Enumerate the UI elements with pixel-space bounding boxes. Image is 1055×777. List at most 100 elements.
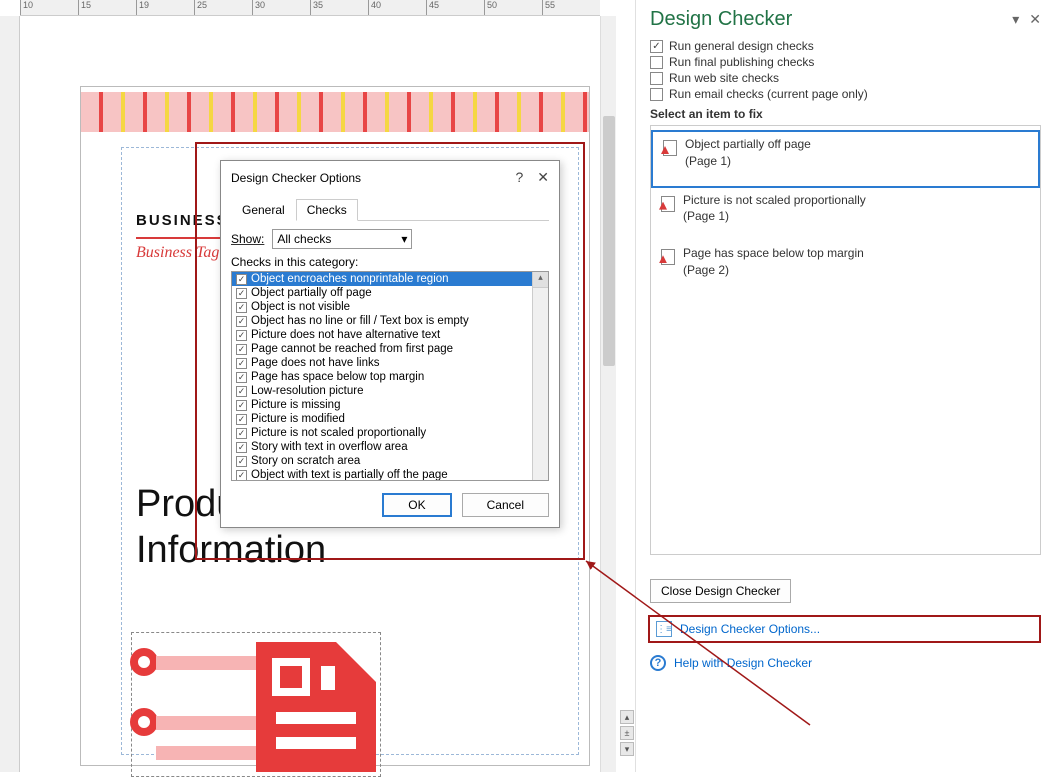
check-list-item[interactable]: Page cannot be reached from first page	[232, 342, 548, 356]
run-check-option[interactable]: Run general design checks	[650, 39, 1041, 53]
check-list-item[interactable]: Object encroaches nonprintable region	[232, 272, 548, 286]
show-label: Show:	[231, 232, 264, 246]
checkbox-icon[interactable]	[236, 358, 247, 369]
scroll-thumb[interactable]	[603, 116, 615, 366]
check-item-label: Story with text in overflow area	[251, 441, 408, 453]
scroll-up-icon[interactable]: ▴	[533, 272, 548, 288]
issue-text: Object partially off page(Page 1)	[685, 136, 811, 170]
check-list-item[interactable]: Object is not visible	[232, 300, 548, 314]
checkbox-icon[interactable]	[236, 288, 247, 299]
checks-listbox[interactable]: Object encroaches nonprintable regionObj…	[231, 271, 549, 481]
issue-item[interactable]: Page has space below top margin(Page 2)	[651, 241, 1040, 295]
dialog-help-icon[interactable]: ?	[515, 169, 523, 186]
check-list-item[interactable]: Page has space below top margin	[232, 370, 548, 384]
check-list-item[interactable]: Story with text in overflow area	[232, 440, 548, 454]
checkbox-icon[interactable]	[650, 40, 663, 53]
issue-list: Object partially off page(Page 1) Picture…	[650, 125, 1041, 555]
placeholder-graphic-icon	[126, 632, 386, 777]
checkbox-icon[interactable]	[236, 470, 247, 481]
vertical-ruler	[0, 16, 20, 772]
panel-close-icon[interactable]: ✕	[1029, 11, 1041, 28]
category-label: Checks in this category:	[231, 255, 549, 269]
check-label: Run web site checks	[669, 71, 779, 85]
dialog-titlebar: Design Checker Options ? ✕	[221, 161, 559, 194]
checkbox-icon[interactable]	[236, 372, 247, 383]
check-item-label: Picture does not have alternative text	[251, 329, 440, 341]
check-item-label: Object has no line or fill / Text box is…	[251, 315, 469, 327]
show-dropdown[interactable]: All checks ▾	[272, 229, 412, 249]
checkbox-icon[interactable]	[650, 88, 663, 101]
run-check-option[interactable]: Run email checks (current page only)	[650, 87, 1041, 101]
design-checker-panel: Design Checker ▾ ✕ Run general design ch…	[635, 0, 1055, 772]
checkbox-icon[interactable]	[236, 414, 247, 425]
dialog-close-icon[interactable]: ✕	[537, 169, 549, 186]
check-list-item[interactable]: Object partially off page	[232, 286, 548, 300]
page-nav-marker-icon[interactable]: ±	[620, 726, 634, 740]
check-label: Run email checks (current page only)	[669, 87, 868, 101]
fix-section-label: Select an item to fix	[650, 107, 1041, 121]
tab-checks[interactable]: Checks	[296, 199, 358, 221]
cancel-button[interactable]: Cancel	[462, 493, 549, 517]
issue-icon	[659, 247, 675, 267]
checkbox-icon[interactable]	[236, 274, 247, 285]
page-nav-down-icon[interactable]: ▾	[620, 742, 634, 756]
check-list-item[interactable]: Object has no line or fill / Text box is…	[232, 314, 548, 328]
checkbox-icon[interactable]	[236, 442, 247, 453]
check-list-item[interactable]: Story on scratch area	[232, 454, 548, 468]
checkbox-icon[interactable]	[236, 316, 247, 327]
options-icon: ⋮≡	[656, 621, 672, 637]
panel-options-dropdown-icon[interactable]: ▾	[1012, 11, 1019, 28]
dialog-tabs: General Checks	[231, 198, 549, 221]
check-item-label: Picture is modified	[251, 413, 345, 425]
business-tagline: Business Tag	[136, 244, 219, 262]
tab-general[interactable]: General	[231, 199, 296, 221]
horizontal-ruler: 10151925303540455055	[20, 0, 600, 16]
help-link[interactable]: ? Help with Design Checker	[650, 655, 1041, 671]
help-icon: ?	[650, 655, 666, 671]
check-list-item[interactable]: Picture is modified	[232, 412, 548, 426]
check-list-item[interactable]: Object with text is partially off the pa…	[232, 468, 548, 481]
divider-line	[136, 237, 231, 239]
issue-icon	[661, 138, 677, 158]
check-label: Run final publishing checks	[669, 55, 814, 69]
business-name: BUSINESS	[136, 212, 229, 229]
checkbox-icon[interactable]	[236, 302, 247, 313]
run-check-option[interactable]: Run web site checks	[650, 71, 1041, 85]
check-list-item[interactable]: Page does not have links	[232, 356, 548, 370]
issue-item[interactable]: Picture is not scaled proportionally(Pag…	[651, 188, 1040, 242]
checkbox-icon[interactable]	[236, 344, 247, 355]
check-item-label: Story on scratch area	[251, 455, 360, 467]
check-list-item[interactable]: Low-resolution picture	[232, 384, 548, 398]
page-nav-up-icon[interactable]: ▴	[620, 710, 634, 724]
checkbox-icon[interactable]	[236, 456, 247, 467]
checkbox-icon[interactable]	[236, 386, 247, 397]
options-link-text: Design Checker Options...	[680, 622, 820, 636]
run-check-option[interactable]: Run final publishing checks	[650, 55, 1041, 69]
ok-button[interactable]: OK	[382, 493, 451, 517]
list-scrollbar[interactable]: ▴	[532, 272, 548, 480]
issue-icon	[659, 194, 675, 214]
check-list-item[interactable]: Picture is missing	[232, 398, 548, 412]
dialog-title-text: Design Checker Options	[231, 171, 361, 185]
check-list-item[interactable]: Picture is not scaled proportionally	[232, 426, 548, 440]
check-item-label: Object partially off page	[251, 287, 372, 299]
checkbox-icon[interactable]	[650, 56, 663, 69]
check-label: Run general design checks	[669, 39, 814, 53]
issue-text: Page has space below top margin(Page 2)	[683, 245, 864, 279]
page-nav-controls: ▴ ± ▾	[620, 710, 634, 756]
panel-title: Design Checker	[650, 8, 792, 31]
check-item-label: Object with text is partially off the pa…	[251, 469, 448, 481]
design-checker-options-link[interactable]: ⋮≡ Design Checker Options...	[648, 615, 1041, 643]
check-item-label: Picture is not scaled proportionally	[251, 427, 426, 439]
checkbox-icon[interactable]	[236, 428, 247, 439]
design-checker-options-dialog: Design Checker Options ? ✕ General Check…	[220, 160, 560, 528]
checkbox-icon[interactable]	[236, 330, 247, 341]
close-design-checker-button[interactable]: Close Design Checker	[650, 579, 791, 603]
check-list-item[interactable]: Picture does not have alternative text	[232, 328, 548, 342]
vertical-scrollbar[interactable]	[600, 16, 616, 772]
issue-item[interactable]: Object partially off page(Page 1)	[651, 130, 1040, 188]
help-link-text: Help with Design Checker	[674, 656, 812, 670]
checkbox-icon[interactable]	[236, 400, 247, 411]
check-item-label: Picture is missing	[251, 399, 340, 411]
checkbox-icon[interactable]	[650, 72, 663, 85]
